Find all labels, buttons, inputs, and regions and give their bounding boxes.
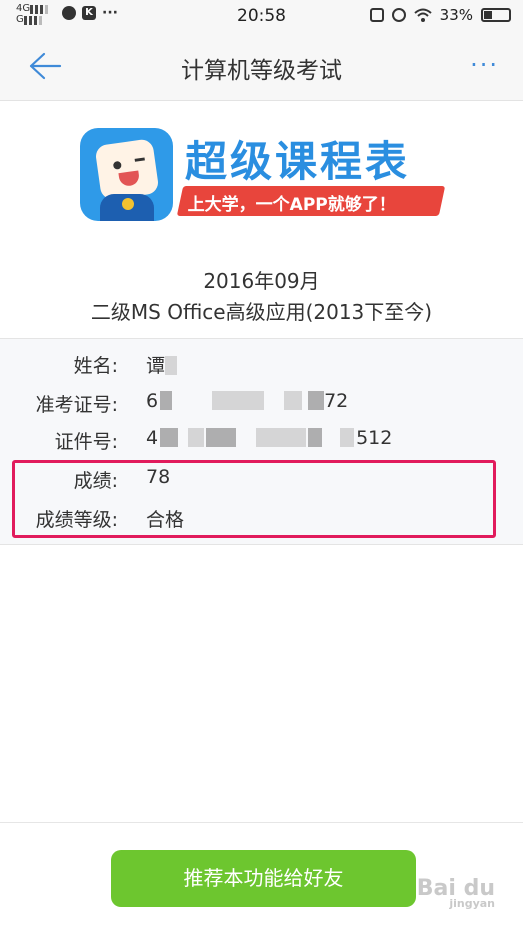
brand-name: 超级课程表 [185, 137, 411, 186]
battery-fill [484, 11, 492, 19]
redacted-mask [308, 391, 325, 410]
vibrate-icon [369, 8, 384, 22]
slogan-text: 上大学，一个APP就够了！ [187, 195, 396, 215]
score-highlight-box [12, 460, 496, 538]
name-label: 姓名: [73, 355, 118, 377]
navigation-bar: 计算机等级考试 ··· [0, 32, 523, 101]
wifi-icon [413, 8, 432, 22]
name-value: 谭 [146, 351, 178, 378]
ticket-number-row: 准考证号: 6 72 [0, 390, 523, 420]
redacted-mask [188, 428, 205, 447]
redacted-mask [160, 391, 173, 410]
status-bar: 4G G K ··· 20:58 33% [0, 0, 523, 32]
app-logo-banner: 超级课程表 上大学，一个APP就够了！ [80, 128, 450, 223]
ticket-number-value: 6 72 [146, 390, 349, 412]
redacted-mask [206, 428, 237, 447]
divider [0, 822, 523, 823]
page-title: 计算机等级考试 [181, 58, 342, 84]
redacted-mask [160, 428, 179, 447]
id-number-value: 4 512 [146, 427, 393, 449]
battery-icon [481, 8, 511, 22]
id-number-row: 证件号: 4 512 [0, 427, 523, 457]
battery-percent: 33% [439, 6, 473, 24]
system-icons: 33% [369, 6, 511, 24]
id-number-label: 证件号: [54, 431, 118, 453]
exam-name: 二级MS Office高级应用(2013下至今) [90, 300, 433, 324]
redacted-mask [308, 428, 323, 447]
alarm-icon [391, 8, 406, 22]
ticket-number-label: 准考证号: [35, 394, 118, 416]
redacted-mask [212, 391, 265, 410]
redacted-mask [256, 428, 307, 447]
redacted-mask [284, 391, 303, 410]
redacted-mask [165, 356, 178, 375]
redacted-mask [340, 428, 355, 447]
slogan-banner: 上大学，一个APP就够了！ [176, 186, 446, 216]
baidu-watermark: Bai du jingyan [416, 876, 495, 910]
name-row: 姓名: 谭 [0, 351, 523, 381]
exam-date: 2016年09月 [203, 269, 320, 293]
mascot-face [94, 138, 160, 201]
mascot-icon [80, 128, 173, 221]
more-options-button[interactable]: ··· [470, 53, 499, 77]
recommend-to-friend-button[interactable]: 推荐本功能给好友 [111, 850, 416, 907]
